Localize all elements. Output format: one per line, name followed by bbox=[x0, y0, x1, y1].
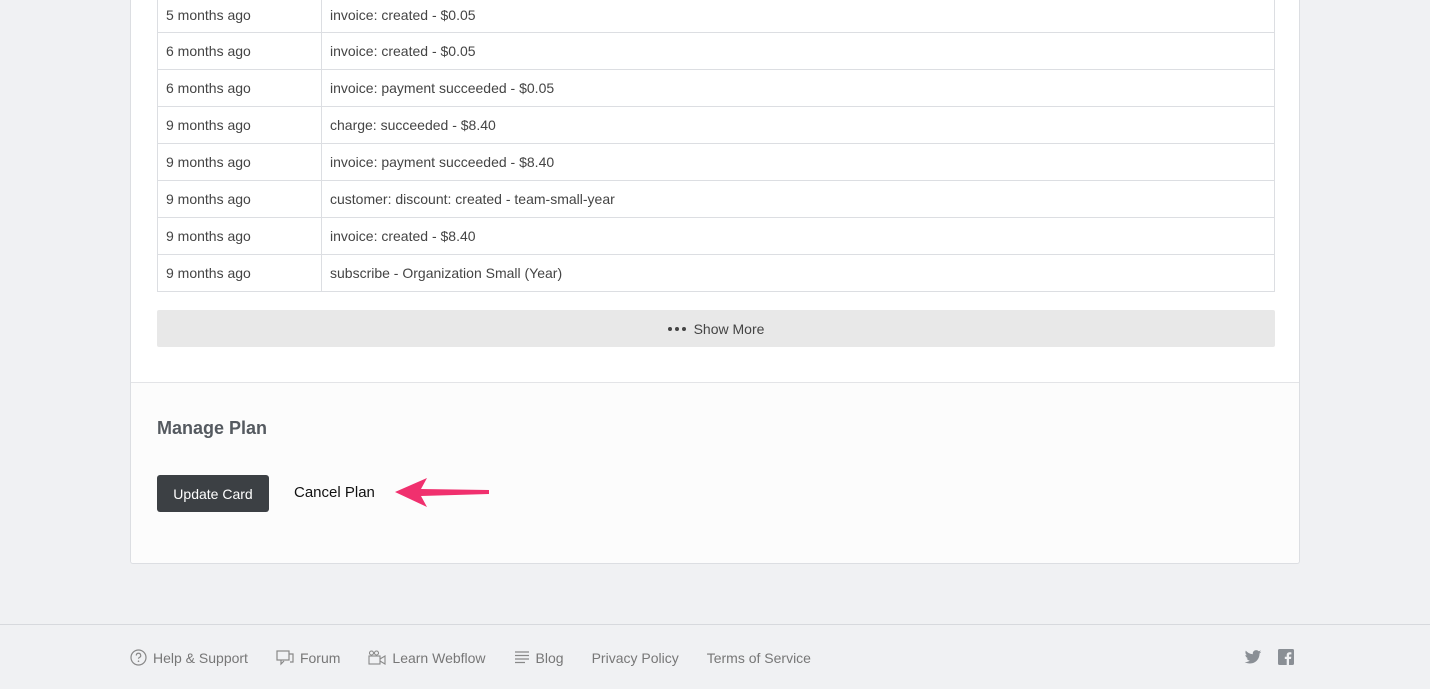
footer-link-learn[interactable]: Learn Webflow bbox=[368, 649, 486, 666]
social-links bbox=[1244, 649, 1294, 670]
table-row: 6 months ago invoice: created - $0.05 bbox=[157, 31, 1275, 70]
footer-link-forum[interactable]: Forum bbox=[276, 650, 340, 666]
twitter-icon[interactable] bbox=[1244, 649, 1262, 670]
footer-link-label: Privacy Policy bbox=[591, 649, 679, 666]
row-event: subscribe - Organization Small (Year) bbox=[321, 253, 1275, 292]
billing-panel: 5 months ago invoice: created - $0.05 6 mo… bbox=[130, 0, 1300, 564]
footer-link-terms[interactable]: Terms of Service bbox=[707, 650, 811, 666]
video-camera-icon bbox=[368, 649, 386, 665]
ellipsis-icon bbox=[667, 326, 686, 331]
question-circle-icon bbox=[130, 649, 147, 666]
footer-link-label: Blog bbox=[535, 649, 564, 666]
footer-link-blog[interactable]: Blog bbox=[514, 650, 564, 666]
table-row: 9 months ago charge: succeeded - $8.40 bbox=[157, 105, 1275, 144]
footer-link-label: Learn Webflow bbox=[392, 649, 486, 666]
row-event: invoice: payment succeeded - $0.05 bbox=[321, 68, 1275, 107]
table-row: 9 months ago customer: discount: created … bbox=[157, 179, 1275, 218]
row-event: invoice: created - $0.05 bbox=[321, 0, 1275, 33]
row-event: invoice: created - $8.40 bbox=[321, 216, 1275, 255]
footer-link-privacy[interactable]: Privacy Policy bbox=[592, 650, 679, 666]
footer-link-label: Terms of Service bbox=[706, 649, 811, 666]
row-date: 9 months ago bbox=[157, 179, 322, 218]
lines-icon bbox=[514, 651, 529, 664]
table-row: 9 months ago invoice: created - $8.40 bbox=[157, 216, 1275, 255]
footer-link-help[interactable]: Help & Support bbox=[130, 649, 248, 666]
footer-links: Help & Support Forum Learn Webflow Blog … bbox=[130, 649, 811, 666]
row-date: 5 months ago bbox=[157, 0, 322, 33]
row-event: customer: discount: created - team-small… bbox=[321, 179, 1275, 218]
show-more-label: Show More bbox=[693, 320, 765, 337]
annotation-arrow-icon bbox=[395, 478, 489, 507]
table-row: 9 months ago subscribe - Organization Sma… bbox=[157, 253, 1275, 292]
row-date: 9 months ago bbox=[157, 253, 322, 292]
table-row: 5 months ago invoice: created - $0.05 bbox=[157, 0, 1275, 33]
facebook-icon[interactable] bbox=[1278, 649, 1294, 670]
row-event: charge: succeeded - $8.40 bbox=[321, 105, 1275, 144]
row-date: 9 months ago bbox=[157, 216, 322, 255]
billing-history-table: 5 months ago invoice: created - $0.05 6 mo… bbox=[157, 0, 1275, 292]
row-date: 6 months ago bbox=[157, 31, 322, 70]
footer: Help & Support Forum Learn Webflow Blog … bbox=[0, 624, 1430, 689]
footer-link-label: Help & Support bbox=[153, 649, 248, 666]
row-date: 9 months ago bbox=[157, 105, 322, 144]
table-row: 6 months ago invoice: payment succeeded -… bbox=[157, 68, 1275, 107]
manage-plan-section: Manage Plan Update Card Cancel Plan bbox=[131, 382, 1299, 563]
row-event: invoice: payment succeeded - $8.40 bbox=[321, 142, 1275, 181]
row-date: 9 months ago bbox=[157, 142, 322, 181]
manage-plan-title: Manage Plan bbox=[157, 418, 268, 438]
footer-link-label: Forum bbox=[299, 649, 341, 666]
update-card-button[interactable]: Update Card bbox=[157, 475, 269, 512]
show-more-button[interactable]: Show More bbox=[157, 310, 1275, 347]
table-row: 9 months ago invoice: payment succeeded -… bbox=[157, 142, 1275, 181]
chat-bubbles-icon bbox=[276, 649, 294, 665]
cancel-plan-link[interactable]: Cancel Plan bbox=[294, 484, 375, 501]
row-event: invoice: created - $0.05 bbox=[321, 31, 1275, 70]
row-date: 6 months ago bbox=[157, 68, 322, 107]
